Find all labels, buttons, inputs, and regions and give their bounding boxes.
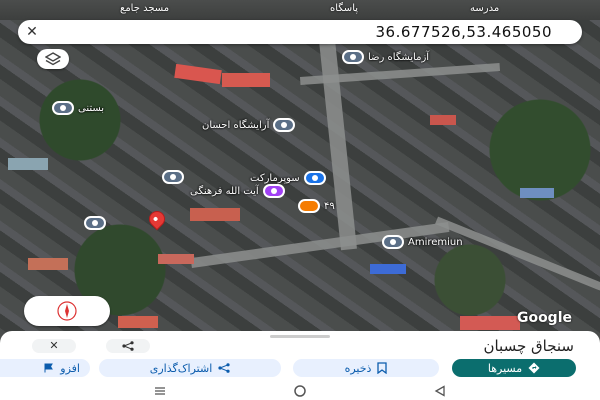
bookmark-icon: [377, 362, 388, 374]
place-pin-icon: [273, 118, 296, 132]
place-pin-icon: [162, 170, 184, 184]
worship-icon: [262, 184, 285, 198]
map-roof: [158, 254, 194, 264]
share-icon: [122, 341, 134, 351]
poi-amiremiun[interactable]: Amiremiun: [382, 235, 463, 249]
place-pin-icon: [382, 235, 404, 249]
nav-recents-button[interactable]: [150, 384, 170, 398]
poi-salon[interactable]: آرایشگاه احسان: [202, 118, 296, 132]
poi-school[interactable]: [84, 216, 106, 230]
poi-icecream[interactable]: بستنی: [52, 101, 104, 115]
recents-icon: [155, 387, 165, 395]
close-search-button[interactable]: ✕: [18, 24, 46, 40]
save-button[interactable]: ذخیره: [293, 359, 439, 377]
directions-icon: [528, 362, 540, 374]
poi-mosque[interactable]: [162, 170, 184, 184]
map-roof: [190, 208, 240, 221]
sheet-share-button[interactable]: [106, 339, 150, 353]
map-roof: [118, 316, 158, 328]
place-bottom-sheet[interactable]: سنجاق چسبان ✕ مسیرها ذخیره اشتراک‌گذاری …: [0, 331, 600, 381]
map-label: پاسگاه: [330, 3, 359, 14]
map-roof: [8, 158, 48, 170]
place-title: سنجاق چسبان: [483, 337, 574, 355]
map-road: [435, 216, 600, 292]
nav-home-button[interactable]: [290, 384, 310, 398]
flag-icon: [44, 363, 54, 373]
map-label: مدرسه: [470, 3, 500, 14]
map-roof: [370, 264, 406, 274]
poi-supermarket[interactable]: سوپرمارکت: [250, 171, 326, 185]
poi-route-49[interactable]: ۴۹: [298, 199, 335, 213]
poi-lab[interactable]: آزمایشگاه رضا: [342, 50, 429, 64]
map-roof: [520, 188, 554, 198]
compass-icon: [57, 301, 77, 321]
map-roof: [28, 258, 68, 270]
map-top-labels: مسجد جامع پاسگاه مدرسه: [0, 0, 600, 20]
shopping-cart-icon: [303, 171, 326, 185]
school-icon: [84, 216, 106, 230]
system-nav-bar: [0, 381, 600, 400]
satellite-map[interactable]: آزمایشگاه رضا بستنی آرایشگاه احسان سوپرم…: [0, 0, 600, 345]
share-button[interactable]: اشتراک‌گذاری: [99, 359, 281, 377]
google-logo: Google: [516, 310, 572, 326]
sheet-drag-handle[interactable]: [270, 335, 330, 338]
poi-religious[interactable]: آیت الله فرهنگی: [190, 184, 285, 198]
map-roof: [174, 63, 222, 85]
map-roof: [222, 73, 270, 87]
map-roof: [430, 115, 456, 125]
coordinates-text[interactable]: 36.677526,53.465050: [46, 23, 582, 41]
layers-icon: [45, 52, 61, 66]
nav-back-button[interactable]: [430, 384, 450, 398]
back-icon: [434, 385, 445, 397]
add-label-button[interactable]: افزو: [0, 359, 90, 377]
directions-button[interactable]: مسیرها: [452, 359, 576, 377]
share-icon: [218, 363, 230, 373]
search-bar[interactable]: ✕ 36.677526,53.465050: [18, 20, 582, 44]
layers-button[interactable]: [37, 49, 69, 69]
sheet-close-button[interactable]: ✕: [32, 339, 76, 353]
place-pin-icon: [52, 101, 74, 115]
map-roof: [460, 316, 520, 330]
home-icon: [294, 385, 306, 397]
compass-button[interactable]: [24, 296, 110, 326]
place-pin-icon: [342, 50, 364, 64]
dropped-pin-icon[interactable]: [145, 207, 169, 231]
map-road: [319, 39, 357, 251]
route-shield-icon: [298, 199, 320, 213]
map-label: مسجد جامع: [120, 3, 170, 14]
